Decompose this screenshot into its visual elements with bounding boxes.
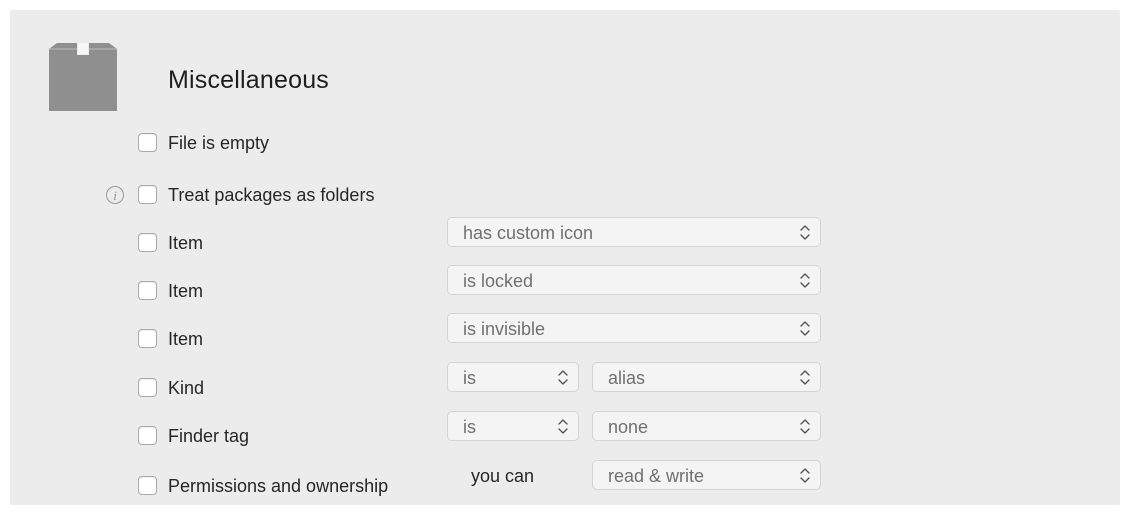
popup-value: read & write (608, 466, 705, 486)
popup-value: alias (608, 368, 646, 388)
item-label: Item (168, 329, 204, 349)
chevron-updown-icon (800, 321, 810, 336)
kind-operator-popup[interactable]: is (447, 362, 579, 392)
file-empty-checkbox[interactable] (138, 133, 157, 152)
item-locked-checkbox[interactable] (138, 281, 157, 300)
file-empty-label: File is empty (168, 133, 270, 153)
chevron-updown-icon (800, 370, 810, 385)
chevron-updown-icon (800, 419, 810, 434)
item-custom-icon-checkbox[interactable] (138, 233, 157, 252)
finder-tag-checkbox[interactable] (138, 426, 157, 445)
item-condition-popup[interactable]: is locked (447, 265, 821, 295)
permissions-checkbox[interactable] (138, 476, 157, 495)
info-icon[interactable]: i (106, 186, 124, 204)
popup-value: is (463, 417, 476, 437)
item-invisible-checkbox[interactable] (138, 329, 157, 348)
popup-value: has custom icon (463, 223, 594, 243)
package-box-icon (49, 43, 117, 111)
kind-checkbox[interactable] (138, 378, 157, 397)
item-condition-popup[interactable]: has custom icon (447, 217, 821, 247)
packages-folders-label: Treat packages as folders (168, 185, 375, 205)
item-label: Item (168, 233, 204, 253)
popup-value: none (608, 417, 649, 437)
permissions-label: Permissions and ownership (168, 476, 389, 496)
criteria-panel: Miscellaneous i File is empty Treat pack… (10, 10, 1120, 505)
popup-value: is invisible (463, 319, 546, 339)
finder-tag-value-popup[interactable]: none (592, 411, 821, 441)
permissions-value-popup[interactable]: read & write (592, 460, 821, 490)
chevron-updown-icon (558, 419, 568, 434)
you-can-text: you can (471, 466, 535, 486)
finder-tag-operator-popup[interactable]: is (447, 411, 579, 441)
kind-value-popup[interactable]: alias (592, 362, 821, 392)
kind-label: Kind (168, 378, 205, 398)
chevron-updown-icon (800, 273, 810, 288)
finder-tag-label: Finder tag (168, 426, 250, 446)
item-label: Item (168, 281, 204, 301)
popup-value: is locked (463, 271, 534, 291)
item-condition-popup[interactable]: is invisible (447, 313, 821, 343)
packages-folders-checkbox[interactable] (138, 185, 157, 204)
popup-value: is (463, 368, 476, 388)
chevron-updown-icon (800, 225, 810, 240)
section-title: Miscellaneous (168, 66, 330, 94)
chevron-updown-icon (800, 468, 810, 483)
chevron-updown-icon (558, 370, 568, 385)
